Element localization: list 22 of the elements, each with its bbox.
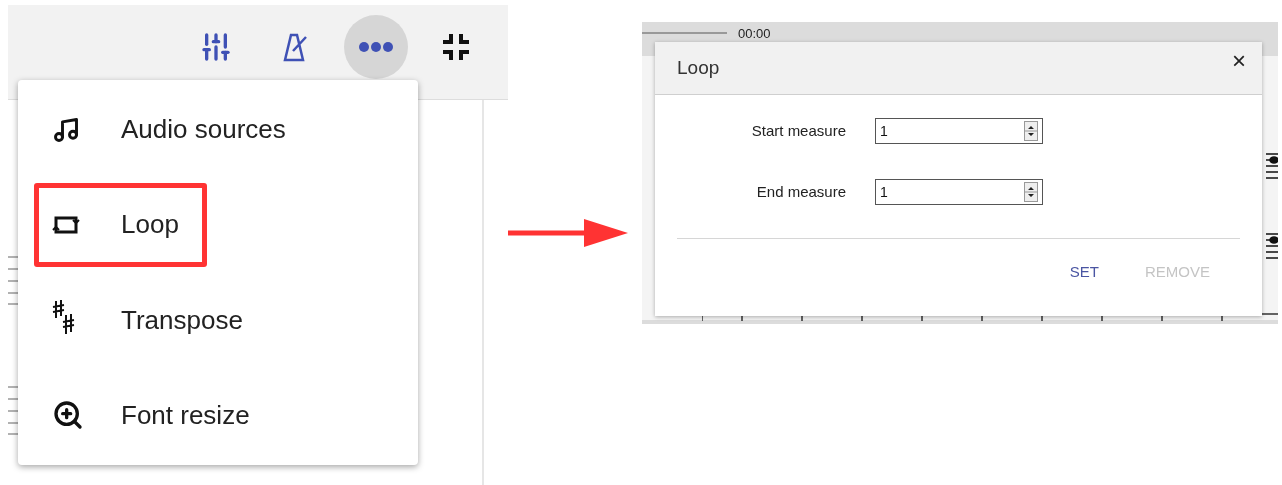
dialog-title: Loop <box>677 55 720 80</box>
zoom-in-icon <box>52 399 84 432</box>
field-label: Start measure <box>750 120 846 141</box>
close-button[interactable]: × <box>1232 49 1246 73</box>
time-display: 00:00 <box>738 25 771 43</box>
spinner-icon[interactable] <box>1024 121 1038 141</box>
music-note-icon <box>52 115 80 144</box>
spinner-icon[interactable] <box>1024 182 1038 202</box>
number-field[interactable]: 1 <box>875 179 1043 205</box>
staff-lines-drawing <box>8 385 18 435</box>
arrow-icon <box>508 218 628 247</box>
exit-fullscreen-icon <box>441 32 471 62</box>
dialog-button[interactable]: SET <box>1061 259 1107 286</box>
menu-item[interactable]: Loop <box>18 179 418 270</box>
more-icon <box>359 42 393 52</box>
menu-item[interactable]: Audio sources <box>18 84 418 175</box>
field-label: End measure <box>755 181 846 202</box>
staff-lines-drawing <box>8 255 18 305</box>
mixer-icon <box>200 31 232 63</box>
menu-item[interactable]: Transpose <box>18 275 418 366</box>
menu-item[interactable]: Font resize <box>18 370 418 461</box>
number-field[interactable]: 1 <box>875 118 1043 144</box>
